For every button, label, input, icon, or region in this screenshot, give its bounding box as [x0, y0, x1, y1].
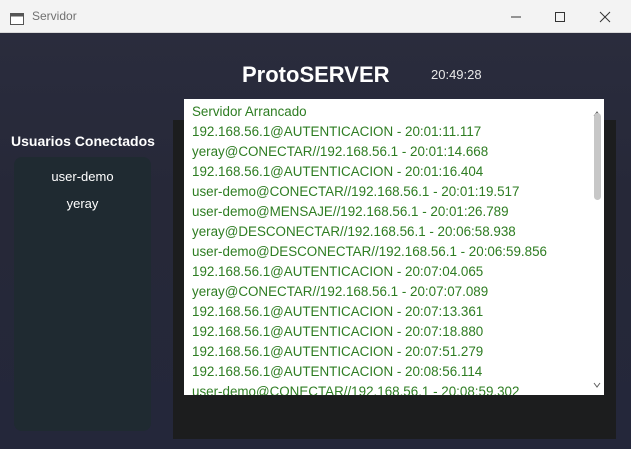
log-line: 192.168.56.1@AUTENTICACION - 20:07:51.27… — [192, 344, 484, 359]
user-item[interactable]: yeray — [14, 196, 151, 211]
log-scrollbar[interactable] — [590, 99, 604, 395]
window-icon — [10, 10, 24, 25]
server-log[interactable]: Servidor Arrancado 192.168.56.1@AUTENTIC… — [184, 99, 604, 395]
log-line: 192.168.56.1@AUTENTICACION - 20:07:13.36… — [192, 304, 484, 319]
users-heading: Usuarios Conectados — [11, 133, 155, 149]
clock-label: 20:49:28 — [431, 67, 482, 82]
log-line: 192.168.56.1@AUTENTICACION - 20:01:11.11… — [192, 124, 482, 139]
close-icon — [599, 11, 611, 23]
log-line: yeray@CONECTAR//192.168.56.1 - 20:01:14.… — [192, 144, 489, 159]
log-line: Servidor Arrancado — [192, 104, 307, 119]
close-button[interactable] — [582, 0, 628, 33]
minimize-button[interactable] — [493, 0, 539, 33]
connected-users-list[interactable]: user-demo yeray — [14, 157, 151, 431]
log-line: user-demo@MENSAJE//192.168.56.1 - 20:01:… — [192, 204, 509, 219]
window-title: Servidor — [32, 9, 77, 23]
log-line: 192.168.56.1@AUTENTICACION - 20:08:56.11… — [192, 364, 483, 379]
log-line: yeray@CONECTAR//192.168.56.1 - 20:07:07.… — [192, 284, 489, 299]
log-line: 192.168.56.1@AUTENTICACION - 20:07:18.88… — [192, 324, 484, 339]
app-title: ProtoSERVER — [242, 62, 390, 87]
scroll-down-arrow-icon[interactable] — [593, 373, 601, 392]
log-line: user-demo@CONECTAR//192.168.56.1 - 20:01… — [192, 184, 520, 199]
minimize-icon — [510, 11, 522, 23]
log-line: user-demo@CONECTAR//192.168.56.1 - 20:08… — [192, 384, 520, 395]
user-item[interactable]: user-demo — [14, 169, 151, 184]
log-line: user-demo@DESCONECTAR//192.168.56.1 - 20… — [192, 244, 547, 259]
scrollbar-thumb[interactable] — [594, 113, 601, 200]
maximize-button[interactable] — [537, 0, 583, 33]
log-line: 192.168.56.1@AUTENTICACION - 20:01:16.40… — [192, 164, 484, 179]
log-line: yeray@DESCONECTAR//192.168.56.1 - 20:06:… — [192, 224, 516, 239]
maximize-icon — [554, 11, 566, 23]
log-line: 192.168.56.1@AUTENTICACION - 20:07:04.06… — [192, 264, 484, 279]
window-titlebar[interactable]: Servidor — [0, 0, 631, 33]
